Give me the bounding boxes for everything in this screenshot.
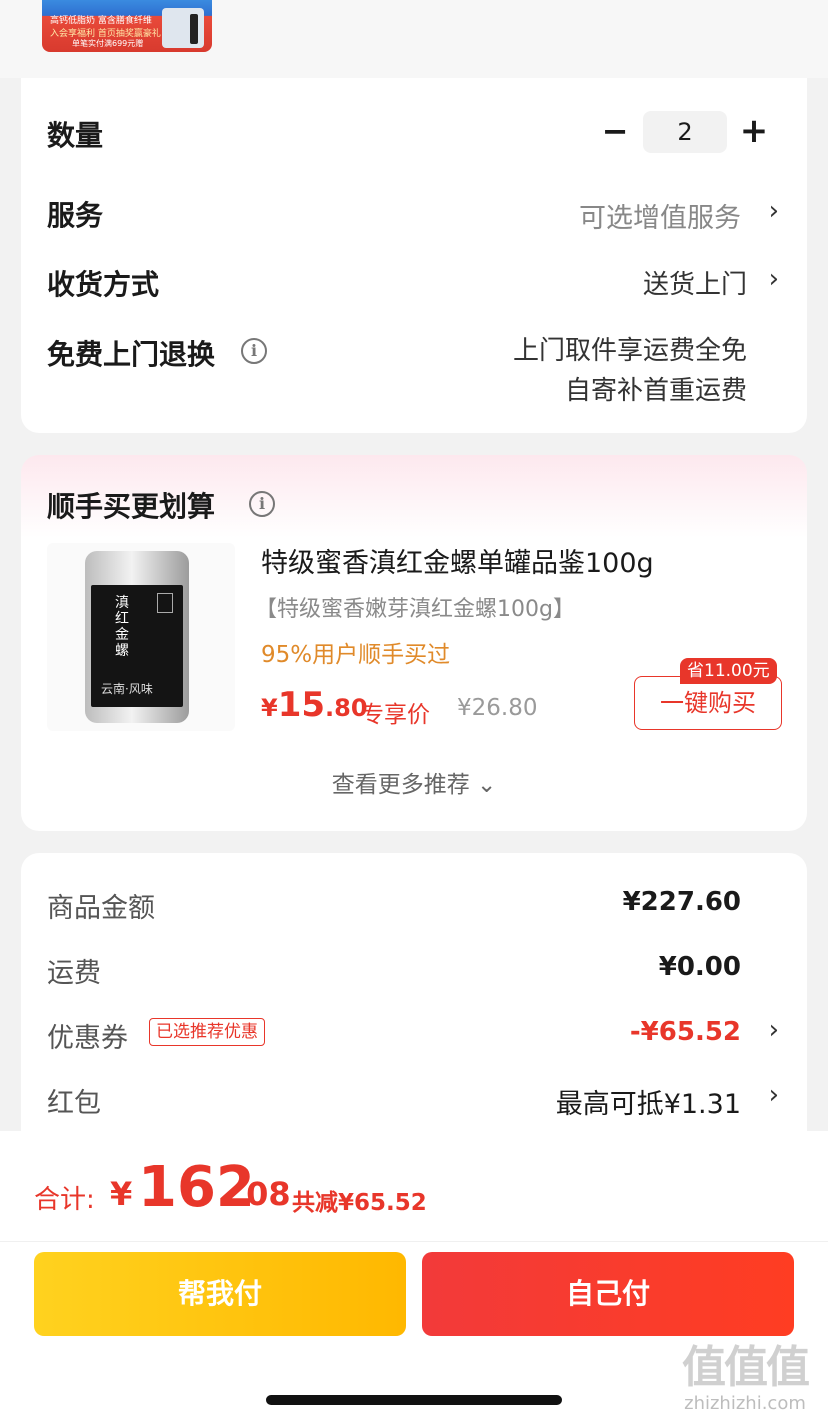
delivery-chevron-icon[interactable]: › (769, 264, 779, 294)
service-label: 服务 (47, 199, 104, 232)
shipping-value: ¥0.00 (658, 952, 741, 982)
banner-text-line1: 高钙低脂奶 富含膳食纤维 (50, 16, 152, 26)
save-amount-badge: 省11.00元 (680, 658, 777, 684)
price-integer: 15 (277, 685, 326, 725)
exclusive-price-tag: 专享价 (361, 702, 430, 728)
total-saved-amount: 共减¥65.52 (292, 1190, 427, 1216)
recommendation-card: 顺手买更划算 i 滇红金螺 云南·风味 特级蜜香滇红金螺单罐品鉴100g 【特级… (21, 455, 807, 831)
price-summary-card: 商品金额 ¥227.60 运费 ¥0.00 优惠券 已选推荐优惠 -¥65.52… (21, 853, 807, 1153)
goods-amount-value: ¥227.60 (622, 887, 741, 917)
quantity-input[interactable]: 2 (643, 111, 727, 153)
price-currency: ¥ (261, 694, 278, 722)
red-packet-label: 红包 (47, 1088, 101, 1119)
delivery-label: 收货方式 (47, 268, 160, 301)
tea-can-image: 滇红金螺 云南·风味 (85, 551, 189, 723)
tea-can-subtitle: 云南·风味 (101, 682, 153, 696)
tea-can-title: 滇红金螺 (115, 595, 129, 659)
order-options-card: 数量 − 2 + 服务 可选增值服务 › 收货方式 送货上门 › 免费上门退换 … (21, 78, 807, 433)
quantity-plus-button[interactable]: + (739, 113, 769, 149)
watermark-logo: 值值值 (682, 1342, 810, 1393)
coupon-recommended-tag: 已选推荐优惠 (149, 1018, 265, 1046)
recommendation-title: 顺手买更划算 (47, 490, 216, 523)
quantity-minus-button[interactable]: − (601, 114, 629, 148)
tea-can-logo-icon (157, 593, 173, 613)
watermark-url: zhizhizhi.com (684, 1393, 806, 1414)
coupon-chevron-icon[interactable]: › (769, 1015, 779, 1045)
free-return-line1: 上门取件享运费全免 (512, 336, 747, 366)
bought-together-text: 95%用户顺手买过 (261, 642, 451, 668)
red-packet-chevron-icon[interactable]: › (769, 1080, 779, 1110)
shipping-label: 运费 (47, 958, 101, 989)
coupon-value[interactable]: -¥65.52 (630, 1017, 741, 1047)
banner-product-image (162, 8, 204, 48)
delivery-value[interactable]: 送货上门 (643, 264, 747, 301)
product-spec: 【特级蜜香嫩芽滇红金螺100g】 (255, 597, 575, 622)
one-click-buy-button[interactable]: 一键购买 (634, 676, 782, 730)
red-packet-value[interactable]: 最高可抵¥1.31 (556, 1082, 741, 1121)
free-return-label: 免费上门退换 (47, 338, 216, 371)
original-price: ¥26.80 (457, 695, 538, 721)
product-thumbnail[interactable]: 滇红金螺 云南·风味 (47, 543, 235, 731)
total-currency: ¥ (110, 1175, 133, 1213)
checkout-page: 高钙低脂奶 富含膳食纤维 入会享福利 首页抽奖赢豪礼 单笔实付满699元赠 数量… (0, 0, 828, 1422)
product-name[interactable]: 特级蜜香滇红金螺单罐品鉴100g (261, 541, 654, 580)
pay-myself-button[interactable]: 自己付 (422, 1252, 794, 1336)
promo-banner-thumbnail[interactable]: 高钙低脂奶 富含膳食纤维 入会享福利 首页抽奖赢豪礼 单笔实付满699元赠 (42, 0, 212, 52)
home-indicator[interactable] (266, 1395, 562, 1405)
total-decimal: .08 (234, 1175, 291, 1213)
free-return-info-icon[interactable]: i (241, 338, 267, 364)
banner-text-line3: 单笔实付满699元赠 (72, 39, 144, 48)
help-me-pay-button[interactable]: 帮我付 (34, 1252, 406, 1336)
total-label: 合计: (34, 1185, 95, 1215)
tea-can-label: 滇红金螺 云南·风味 (91, 585, 183, 707)
service-value[interactable]: 可选增值服务 (579, 196, 741, 235)
quantity-label: 数量 (47, 119, 104, 152)
top-strip: 高钙低脂奶 富含膳食纤维 入会享福利 首页抽奖赢豪礼 单笔实付满699元赠 (0, 0, 828, 78)
checkout-bar: 合计: ¥ 162 .08 共减¥65.52 帮我付 自己付 值值值 zhizh… (0, 1131, 828, 1422)
divider (0, 1241, 828, 1242)
free-return-line2: 自寄补首重运费 (564, 376, 747, 406)
goods-amount-label: 商品金额 (47, 893, 155, 924)
coupon-label: 优惠券 (47, 1023, 128, 1054)
view-more-recommendations-link[interactable]: 查看更多推荐 ⌄ (21, 765, 807, 799)
service-chevron-icon[interactable]: › (769, 196, 779, 226)
recommendation-info-icon[interactable]: i (249, 491, 275, 517)
site-watermark: 值值值 zhizhizhi.com (670, 1342, 820, 1415)
product-price: ¥15.80 (261, 685, 368, 725)
